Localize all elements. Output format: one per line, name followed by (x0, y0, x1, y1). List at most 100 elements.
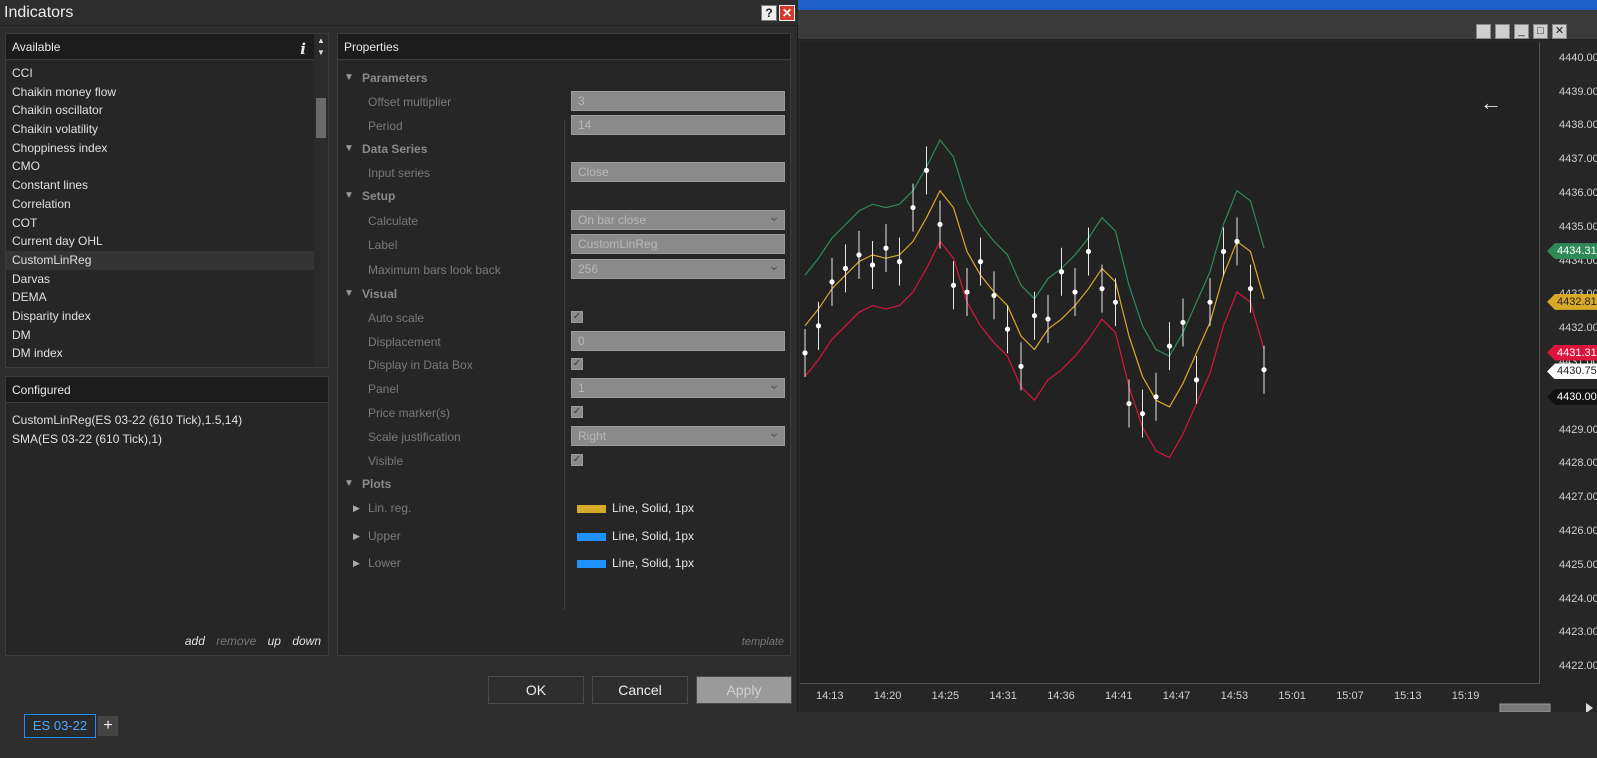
available-item[interactable]: DM index (6, 344, 314, 363)
available-scrollbar[interactable]: ▲ ▼ (314, 34, 328, 367)
label-input[interactable]: CustomLinReg (571, 234, 785, 254)
category-label: Data Series (362, 142, 428, 156)
template-link[interactable]: template (742, 636, 784, 648)
tab-es-03-22[interactable]: ES 03-22 (24, 714, 96, 738)
tile-icon[interactable] (1476, 24, 1491, 39)
scroll-up-icon[interactable]: ▲ (314, 36, 328, 48)
scale-justification-select[interactable]: Right (571, 423, 785, 446)
tab-label: ES 03-22 (32, 718, 88, 733)
panel-select[interactable]: 1 (571, 375, 785, 398)
available-item[interactable]: Chaikin oscillator (6, 101, 314, 120)
collapse-caret-icon: ▼ (344, 190, 354, 201)
available-item[interactable]: Chaikin money flow (6, 83, 314, 102)
tile-icon[interactable] (1495, 24, 1510, 39)
period-input[interactable]: 14 (571, 115, 785, 135)
display-data-box-checkbox[interactable]: ✓ (571, 358, 583, 370)
help-icon[interactable]: ? (761, 5, 777, 21)
chart-window: _ □ ✕ ← 4440.00 4439.00 4438.00 4437.00 4436… (798, 0, 1597, 722)
time-tick-label: 14:13 (816, 690, 844, 702)
scroll-down-icon[interactable]: ▼ (314, 48, 328, 60)
available-item[interactable]: Constant lines (6, 176, 314, 195)
cancel-button[interactable]: Cancel (592, 676, 688, 704)
plot-color-swatch[interactable] (577, 532, 606, 541)
available-item[interactable]: CustomLinReg (6, 250, 314, 270)
displacement-input[interactable]: 0 (571, 331, 785, 351)
available-item[interactable]: COT (6, 214, 314, 233)
collapse-caret-icon: ▼ (344, 143, 354, 154)
down-link[interactable]: down (292, 634, 321, 648)
offset-multiplier-input[interactable]: 3 (571, 91, 785, 111)
price-point (937, 221, 943, 228)
close-icon[interactable]: ✕ (1552, 24, 1567, 39)
price-point (1220, 248, 1227, 255)
price-point (1018, 363, 1024, 369)
available-item[interactable]: DM (6, 326, 314, 345)
add-link[interactable]: add (185, 634, 205, 648)
price-point (1085, 248, 1092, 255)
remove-link[interactable]: remove (216, 634, 256, 648)
plot-color-swatch[interactable] (577, 505, 606, 513)
price-tick-label: 4432.00 (1559, 322, 1597, 335)
price-markers-checkbox[interactable]: ✓ (571, 406, 583, 418)
visible-checkbox[interactable]: ✓ (571, 454, 583, 466)
available-item[interactable]: Chaikin volatility (6, 120, 314, 139)
scroll-thumb[interactable] (316, 98, 326, 138)
close-icon[interactable]: ✕ (779, 5, 795, 21)
plot-style-value[interactable]: Line, Solid, 1px (612, 556, 694, 570)
maximize-icon[interactable]: □ (1533, 24, 1548, 39)
price-point (869, 262, 876, 268)
available-item[interactable]: Choppiness index (6, 139, 314, 158)
available-item[interactable]: CMO (6, 157, 314, 176)
available-item[interactable]: Current day OHL (6, 232, 314, 251)
max-bars-select[interactable]: 256 (571, 256, 785, 279)
price-point (802, 350, 808, 356)
time-axis[interactable]: 14:13 14:20 14:25 14:31 14:36 14:41 14:47 14:53… (798, 684, 1541, 708)
ok-button[interactable]: OK (488, 676, 584, 704)
category-data-series[interactable]: ▼ Data Series (338, 139, 790, 159)
app-root: _ □ ✕ ← 4440.00 4439.00 4438.00 4437.00 4436… (0, 0, 1597, 758)
plot-color-swatch[interactable] (577, 560, 606, 568)
price-tick-label: 4428.00 (1559, 457, 1597, 470)
expand-caret-icon[interactable]: ▶ (353, 558, 360, 569)
available-item[interactable]: Darvas (6, 270, 314, 289)
price-point (1193, 377, 1200, 383)
expand-caret-icon[interactable]: ▶ (353, 503, 360, 514)
dialog-titlebar: Indicators ? ✕ (0, 0, 798, 26)
time-tick-label: 14:41 (1105, 690, 1133, 702)
expand-caret-icon[interactable]: ▶ (353, 531, 360, 542)
available-item[interactable]: CCI (6, 64, 314, 83)
available-item[interactable]: DEMA (6, 288, 314, 307)
price-point (1126, 400, 1132, 407)
price-tick-label: 4439.00 (1559, 85, 1597, 98)
offset-multiplier-label: Offset multiplier (368, 95, 452, 109)
configured-item[interactable]: CustomLinReg(ES 03-22 (610 Tick),1.5,14) (12, 411, 242, 430)
minimize-icon[interactable]: _ (1514, 24, 1529, 39)
add-tab-button[interactable]: + (98, 716, 118, 736)
price-tick-label: 4435.00 (1559, 220, 1597, 233)
time-tick-label: 14:36 (1047, 690, 1075, 702)
price-axis[interactable]: 4440.00 4439.00 4438.00 4437.00 4436.00 4435.… (1541, 42, 1597, 684)
calculate-select[interactable]: On bar close (571, 207, 785, 230)
category-plots[interactable]: ▼ Plots (338, 474, 790, 494)
calculate-label: Calculate (368, 214, 419, 228)
category-setup[interactable]: ▼ Setup (338, 186, 790, 206)
input-series-input[interactable]: Close (571, 162, 785, 182)
price-tick-label: 4422.00 (1559, 660, 1597, 673)
apply-button[interactable]: Apply (696, 676, 792, 704)
available-item[interactable]: Correlation (6, 195, 314, 214)
back-arrow-icon[interactable]: ← (1480, 90, 1502, 116)
auto-scale-checkbox[interactable]: ✓ (571, 311, 583, 323)
configured-item[interactable]: SMA(ES 03-22 (610 Tick),1) (12, 430, 242, 449)
configured-panel: Configured CustomLinReg(ES 03-22 (610 Ti… (5, 376, 329, 656)
chart-plot-area[interactable]: ← (800, 42, 1540, 684)
properties-panel: Properties ▼ Parameters Offset multiplie… (337, 33, 791, 656)
available-item[interactable]: Disparity index (6, 307, 314, 326)
category-parameters[interactable]: ▼ Parameters (338, 68, 790, 88)
plot-style-value[interactable]: Line, Solid, 1px (612, 529, 694, 543)
plot-style-value[interactable]: Line, Solid, 1px (612, 501, 694, 515)
chart-titlebar: _ □ ✕ (798, 10, 1597, 40)
indicators-dialog: Indicators ? ✕ Available i CCI Chaikin mo… (0, 0, 798, 712)
up-link[interactable]: up (268, 634, 281, 648)
category-visual[interactable]: ▼ Visual (338, 284, 790, 304)
info-icon[interactable]: i (300, 36, 306, 62)
